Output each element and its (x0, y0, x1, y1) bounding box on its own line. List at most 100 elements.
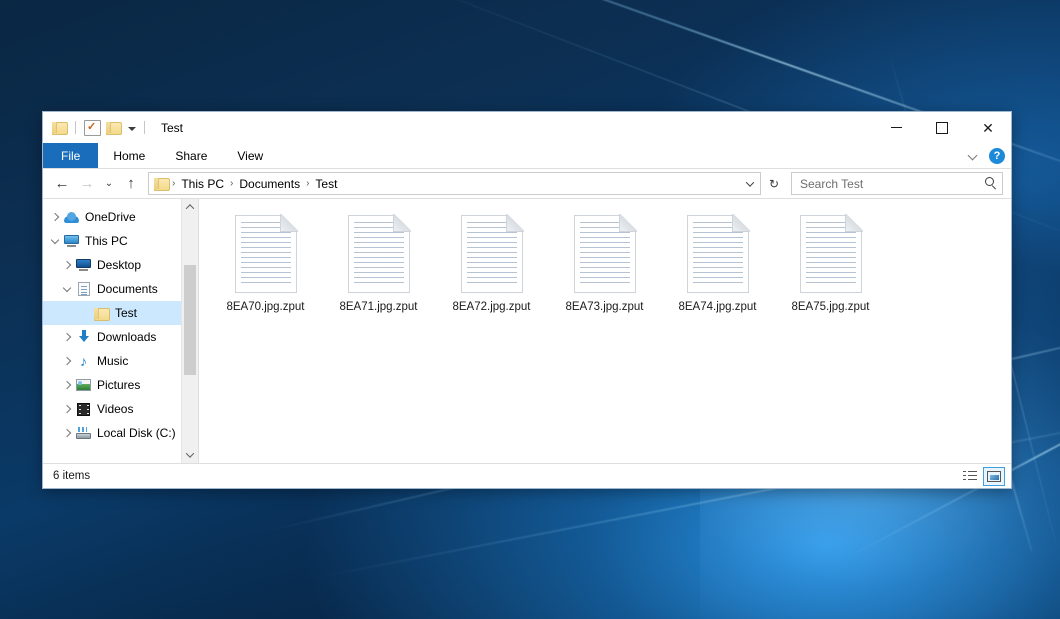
sidebar-item-label: Desktop (92, 258, 141, 272)
address-dropdown-icon[interactable] (741, 174, 758, 193)
search-input[interactable] (798, 176, 985, 192)
close-button[interactable]: ✕ (965, 112, 1011, 143)
expand-ribbon-icon[interactable] (968, 150, 979, 161)
sidebar-item-videos[interactable]: Videos (43, 397, 198, 421)
address-bar[interactable]: › This PC › Documents › Test (148, 172, 761, 195)
search-box[interactable] (791, 172, 1003, 195)
twisty-expanded-icon[interactable] (59, 287, 75, 291)
properties-checkbox-icon[interactable]: ✓ (84, 120, 101, 136)
navigation-pane: OneDrive This PC Desktop (43, 199, 199, 463)
breadcrumb-separator: › (303, 178, 312, 189)
details-view-icon[interactable] (959, 467, 981, 486)
ribbon-tab-bar: File Home Share View ? (43, 143, 1011, 169)
twisty-collapsed-icon[interactable] (59, 382, 75, 388)
sidebar-item-label: Downloads (92, 330, 156, 344)
downloads-icon (75, 330, 92, 344)
twisty-collapsed-icon[interactable] (59, 334, 75, 340)
file-name: 8EA71.jpg.zput (339, 301, 417, 313)
ribbon-right-controls: ? (968, 143, 1005, 168)
chevron-down-icon[interactable] (128, 127, 136, 131)
sidebar-item-test[interactable]: Test (43, 301, 198, 325)
scroll-up-icon[interactable] (182, 199, 198, 215)
twisty-collapsed-icon[interactable] (59, 358, 75, 364)
tab-file[interactable]: File (43, 143, 98, 168)
file-item[interactable]: 8EA74.jpg.zput (661, 211, 774, 333)
breadcrumb-this-pc[interactable]: This PC (178, 177, 227, 191)
folder-icon (93, 307, 110, 320)
tab-view[interactable]: View (222, 143, 278, 168)
desktop-icon (75, 259, 92, 271)
twisty-collapsed-icon[interactable] (59, 406, 75, 412)
twisty-collapsed-icon[interactable] (59, 430, 75, 436)
refresh-button[interactable]: ↻ (764, 173, 784, 194)
file-item[interactable]: 8EA72.jpg.zput (435, 211, 548, 333)
sidebar-item-music[interactable]: ♪ Music (43, 349, 198, 373)
help-icon[interactable]: ? (989, 148, 1005, 164)
disk-icon (75, 427, 92, 439)
search-icon[interactable] (985, 177, 998, 190)
scrollbar-thumb[interactable] (184, 265, 196, 375)
toolbar-divider (75, 121, 76, 134)
scroll-down-icon[interactable] (182, 447, 198, 463)
toolbar-divider (144, 121, 145, 134)
title-bar: ✓ Test ✕ (43, 112, 1011, 143)
breadcrumb-separator: › (169, 178, 178, 189)
file-list-pane[interactable]: 8EA70.jpg.zput 8EA71.jpg.zput (199, 199, 1011, 463)
recent-locations-button[interactable]: ⌄ (101, 173, 117, 195)
up-button[interactable]: ↑ (120, 173, 142, 195)
navigation-scrollbar[interactable] (181, 199, 198, 463)
sidebar-item-label: Pictures (92, 378, 140, 392)
file-name: 8EA75.jpg.zput (791, 301, 869, 313)
sidebar-item-label: This PC (80, 234, 128, 248)
sidebar-item-downloads[interactable]: Downloads (43, 325, 198, 349)
generic-document-icon (348, 215, 410, 293)
file-name: 8EA74.jpg.zput (678, 301, 756, 313)
file-item[interactable]: 8EA70.jpg.zput (209, 211, 322, 333)
window-controls: ✕ (873, 112, 1011, 143)
file-name: 8EA72.jpg.zput (452, 301, 530, 313)
generic-document-icon (574, 215, 636, 293)
file-item[interactable]: 8EA75.jpg.zput (774, 211, 887, 333)
forward-button: → (76, 173, 98, 195)
file-item[interactable]: 8EA73.jpg.zput (548, 211, 661, 333)
twisty-collapsed-icon[interactable] (59, 262, 75, 268)
breadcrumb-test[interactable]: Test (312, 177, 340, 191)
sidebar-item-local-disk-c[interactable]: Local Disk (C:) (43, 421, 198, 445)
sidebar-item-this-pc[interactable]: This PC (43, 229, 198, 253)
minimize-button[interactable] (873, 112, 919, 143)
sidebar-item-label: Local Disk (C:) (92, 426, 176, 440)
back-button[interactable]: ← (51, 173, 73, 195)
maximize-button[interactable] (919, 112, 965, 143)
twisty-collapsed-icon[interactable] (47, 214, 63, 220)
file-name: 8EA70.jpg.zput (226, 301, 304, 313)
generic-document-icon (235, 215, 297, 293)
folder-icon[interactable] (52, 121, 67, 134)
large-icons-view-icon[interactable] (983, 467, 1005, 486)
sidebar-item-label: Videos (92, 402, 133, 416)
item-count-label: 6 items (53, 470, 90, 482)
sidebar-item-onedrive[interactable]: OneDrive (43, 205, 198, 229)
quick-access-toolbar: ✓ Test (43, 120, 183, 136)
window-title: Test (161, 121, 183, 135)
folder-icon (154, 177, 169, 190)
file-name: 8EA73.jpg.zput (565, 301, 643, 313)
generic-document-icon (800, 215, 862, 293)
sidebar-item-documents[interactable]: Documents (43, 277, 198, 301)
sidebar-item-pictures[interactable]: Pictures (43, 373, 198, 397)
pictures-icon (75, 379, 92, 391)
file-tiles: 8EA70.jpg.zput 8EA71.jpg.zput (209, 211, 1011, 333)
file-item[interactable]: 8EA71.jpg.zput (322, 211, 435, 333)
twisty-expanded-icon[interactable] (47, 239, 63, 243)
pc-icon (63, 235, 80, 247)
sidebar-item-label: Documents (92, 282, 158, 296)
status-bar: 6 items (43, 463, 1011, 488)
window-body: OneDrive This PC Desktop (43, 198, 1011, 463)
file-explorer-window: ✓ Test ✕ File Home Share View ? (42, 111, 1012, 489)
tab-share[interactable]: Share (160, 143, 222, 168)
sidebar-item-desktop[interactable]: Desktop (43, 253, 198, 277)
breadcrumb-documents[interactable]: Documents (236, 177, 303, 191)
new-folder-icon[interactable] (106, 121, 121, 134)
tab-home[interactable]: Home (98, 143, 160, 168)
cloud-icon (63, 212, 80, 223)
view-mode-buttons (959, 467, 1005, 486)
